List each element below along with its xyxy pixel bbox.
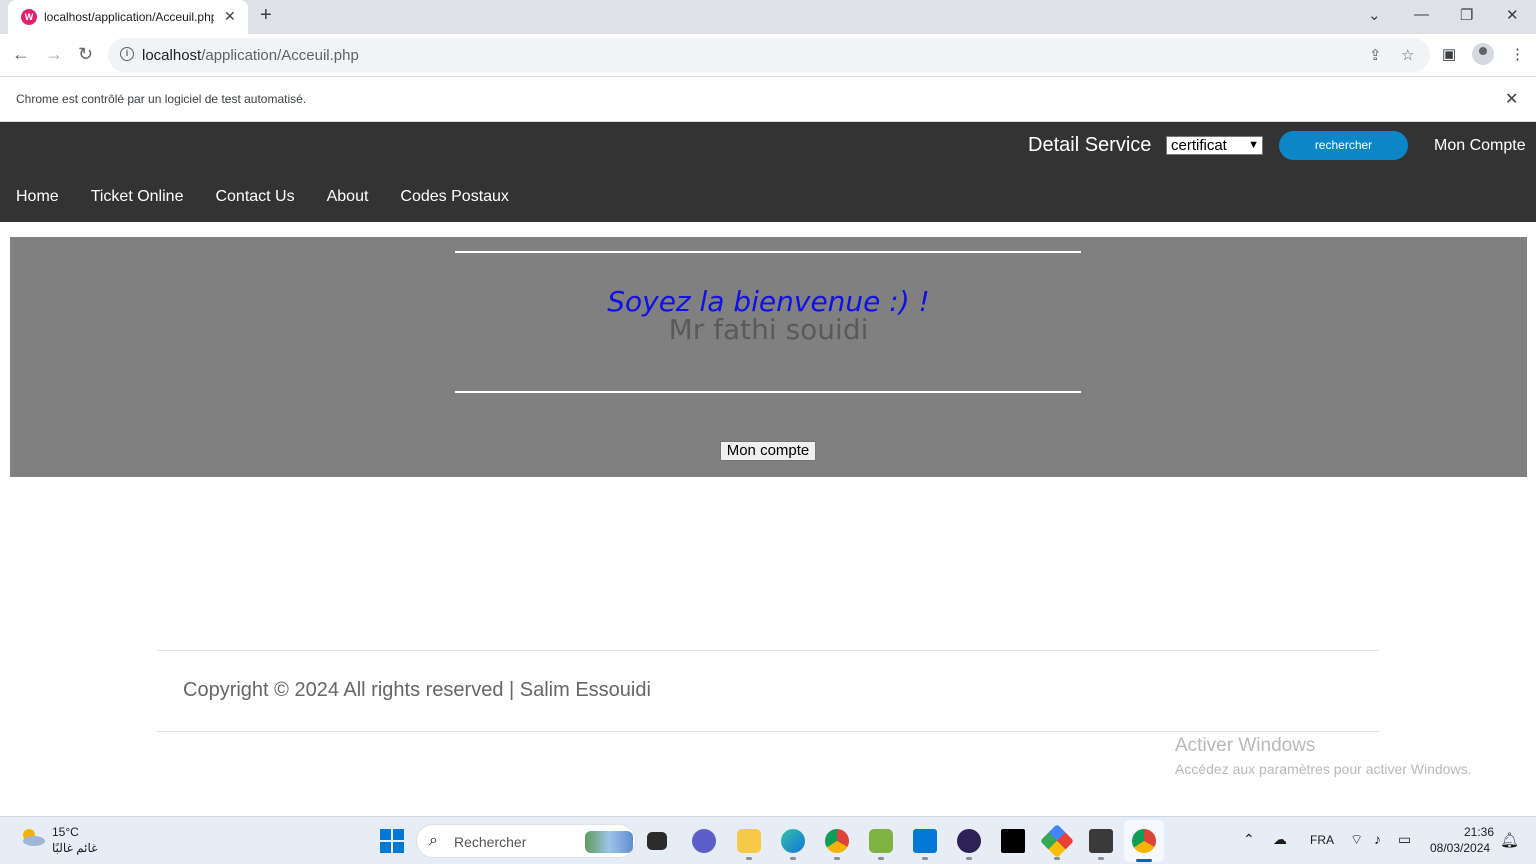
chrome-active-icon[interactable] <box>1132 829 1156 853</box>
account-link[interactable]: Mon Compte <box>1434 137 1526 155</box>
task-view-icon[interactable] <box>647 832 667 850</box>
activate-windows-subtitle: Accédez aux paramètres pour activer Wind… <box>1175 761 1472 777</box>
app-running-indicator <box>966 857 972 860</box>
search-button[interactable]: rechercher <box>1279 131 1408 160</box>
tab-title: localhost/application/Acceuil.php <box>44 10 214 24</box>
nav-codes-postaux[interactable]: Codes Postaux <box>400 188 509 206</box>
taskbar-search[interactable]: ⌕ Rechercher <box>416 824 636 858</box>
nav-contact-us[interactable]: Contact Us <box>215 188 294 206</box>
active-app-indicator <box>1136 859 1152 862</box>
chrome-icon[interactable] <box>825 829 849 853</box>
infobar-text: Chrome est contrôlé par un logiciel de t… <box>16 92 307 106</box>
service-select-value: certificat <box>1171 137 1227 154</box>
vscode-icon[interactable] <box>913 829 937 853</box>
search-highlight-image <box>585 831 633 853</box>
nav-home[interactable]: Home <box>16 188 59 206</box>
minimize-icon[interactable]: — <box>1414 6 1429 23</box>
wifi-icon[interactable]: ⌔ <box>1350 831 1363 849</box>
app-running-indicator <box>1098 857 1104 860</box>
notepad-plus-icon[interactable] <box>869 829 893 853</box>
address-url[interactable]: localhost/application/Acceuil.php <box>142 47 359 64</box>
terminal-icon[interactable] <box>1089 829 1113 853</box>
footer-divider-bottom <box>157 731 1379 732</box>
forward-icon[interactable]: → <box>45 44 63 65</box>
app-running-indicator <box>790 857 796 860</box>
reload-icon[interactable]: ↻ <box>78 44 93 65</box>
app-running-indicator <box>834 857 840 860</box>
footer-divider-top <box>157 650 1379 651</box>
input-language[interactable]: FRA <box>1310 833 1334 847</box>
back-icon[interactable]: ← <box>12 44 30 65</box>
search-icon: ⌕ <box>429 832 438 849</box>
browser-tab[interactable]: W localhost/application/Acceuil.php ✕ <box>8 0 248 34</box>
browser-toolbar: ← → ↻ i localhost/application/Acceuil.ph… <box>0 34 1536 77</box>
restore-icon[interactable]: ❐ <box>1460 6 1473 24</box>
side-panel-icon[interactable]: ▣ <box>1442 45 1456 63</box>
automation-infobar: Chrome est contrôlé par un logiciel de t… <box>0 77 1536 122</box>
edge-browser-icon[interactable] <box>781 829 805 853</box>
git-kraken-icon[interactable] <box>1040 824 1074 858</box>
site-header: Detail Service certificat ▼ rechercher M… <box>0 122 1536 222</box>
menu-kebab-icon[interactable]: ⋮ <box>1510 45 1525 63</box>
app-running-indicator <box>746 857 752 860</box>
user-name: Mr fathi souidi <box>668 313 869 346</box>
intellij-icon[interactable] <box>1001 829 1025 853</box>
app-running-indicator <box>922 857 928 860</box>
taskbar-search-placeholder: Rechercher <box>454 834 527 850</box>
notification-bell-icon[interactable]: 🔔︎ <box>1500 831 1519 849</box>
activate-windows-title: Activer Windows <box>1175 735 1316 756</box>
close-tab-icon[interactable]: ✕ <box>224 8 236 25</box>
new-tab-icon[interactable]: + <box>260 4 272 27</box>
tab-strip: W localhost/application/Acceuil.php ✕ + … <box>0 0 1536 34</box>
weather-temperature[interactable]: 15°C <box>52 825 79 839</box>
nav-ticket-online[interactable]: Ticket Online <box>91 188 184 206</box>
divider-bottom <box>455 391 1081 393</box>
teams-chat-icon[interactable] <box>692 829 716 853</box>
service-select[interactable]: certificat ▼ <box>1166 136 1263 155</box>
close-window-icon[interactable]: ✕ <box>1506 6 1519 24</box>
tab-search-chevron-icon[interactable]: ⌄ <box>1368 6 1381 24</box>
address-bar[interactable]: i localhost/application/Acceuil.php ⇪ ☆ <box>108 38 1430 72</box>
site-info-icon[interactable]: i <box>120 47 134 61</box>
app-running-indicator <box>1054 857 1060 860</box>
nav-about[interactable]: About <box>327 188 369 206</box>
chevron-down-icon: ▼ <box>1248 139 1259 151</box>
battery-icon[interactable]: ▭ <box>1398 831 1411 848</box>
footer-copyright: Copyright © 2024 All rights reserved | S… <box>183 679 651 701</box>
my-account-button[interactable]: Mon compte <box>720 441 816 461</box>
windows-taskbar: 15°C غائم غالبًا ⌕ Rechercher ⌃ ☁ FRA ⌔ … <box>0 816 1536 864</box>
infobar-close-icon[interactable]: ✕ <box>1505 89 1518 109</box>
main-nav: Home Ticket Online Contact Us About Code… <box>16 188 509 206</box>
share-icon[interactable]: ⇪ <box>1369 46 1382 64</box>
tray-overflow-chevron-icon[interactable]: ⌃ <box>1243 831 1255 848</box>
weather-description[interactable]: غائم غالبًا <box>52 841 97 855</box>
profile-avatar-icon[interactable] <box>1472 43 1494 65</box>
divider-top <box>455 251 1081 253</box>
app-running-indicator <box>878 857 884 860</box>
weather-cloudy-icon[interactable] <box>18 827 46 847</box>
start-windows-icon[interactable] <box>380 829 404 853</box>
volume-icon[interactable]: ♪ <box>1374 831 1381 847</box>
welcome-panel: Soyez la bienvenue :) ! Mr fathi souidi … <box>10 237 1527 477</box>
bookmark-star-icon[interactable]: ☆ <box>1401 46 1414 64</box>
site-favicon-icon: W <box>21 9 37 25</box>
clock-date[interactable]: 08/03/2024 <box>1430 841 1490 855</box>
file-explorer-icon[interactable] <box>737 829 761 853</box>
eclipse-icon[interactable] <box>957 829 981 853</box>
clock-time[interactable]: 21:36 <box>1464 825 1494 839</box>
onedrive-cloud-icon[interactable]: ☁ <box>1273 831 1287 848</box>
detail-service-label: Detail Service <box>1028 134 1152 156</box>
